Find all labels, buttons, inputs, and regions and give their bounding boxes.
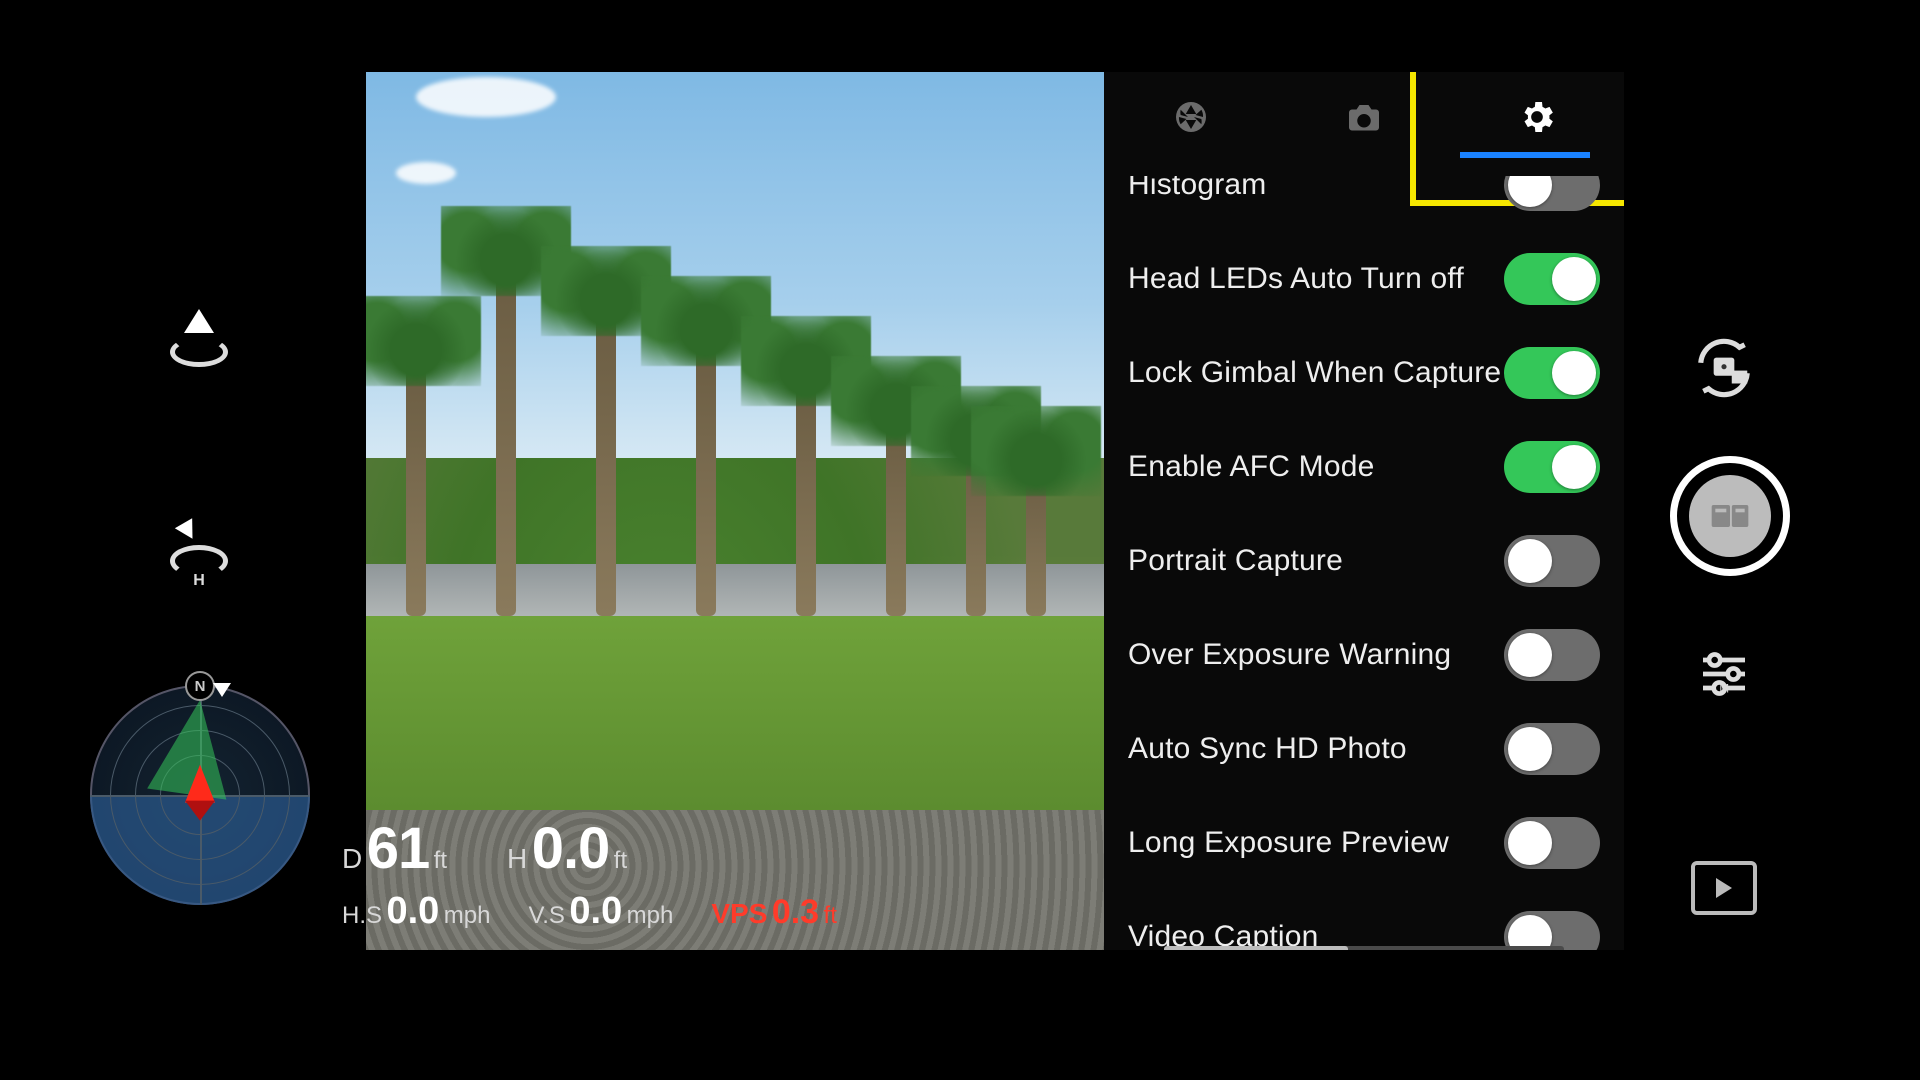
app-root: H N D 61 ft H 0.0 ft xyxy=(0,0,1920,1080)
toggle-knob xyxy=(1552,257,1596,301)
toggle-knob xyxy=(1508,727,1552,771)
palm-tree xyxy=(406,356,426,616)
setting-label: Long Exposure Preview xyxy=(1128,826,1449,860)
tab-general-settings[interactable] xyxy=(1517,97,1557,137)
settings-tab-bar xyxy=(1104,72,1624,162)
setting-toggle[interactable] xyxy=(1504,253,1600,305)
hspeed-value: 0.0 xyxy=(386,890,439,932)
active-tab-indicator xyxy=(1460,152,1590,158)
distance-unit: ft xyxy=(434,847,447,874)
gear-icon xyxy=(1517,97,1557,137)
setting-label: Head LEDs Auto Turn off xyxy=(1128,262,1464,296)
setting-toggle[interactable] xyxy=(1504,629,1600,681)
distance-label: D xyxy=(342,843,362,874)
shutter-button[interactable] xyxy=(1670,456,1790,576)
height-value: 0.0 xyxy=(532,816,610,881)
settings-row[interactable]: Portrait Capture xyxy=(1104,514,1624,608)
settings-row[interactable]: Long Exposure Preview xyxy=(1104,796,1624,890)
settings-row[interactable]: Enable AFC Mode xyxy=(1104,420,1624,514)
tab-photo[interactable] xyxy=(1344,97,1384,137)
playback-button[interactable] xyxy=(1686,850,1762,926)
aperture-icon xyxy=(1173,99,1209,135)
right-control-column: M xyxy=(1664,0,1784,1080)
setting-label: Over Exposure Warning xyxy=(1128,638,1451,672)
setting-toggle[interactable] xyxy=(1504,535,1600,587)
palm-tree xyxy=(496,266,516,616)
setting-toggle[interactable] xyxy=(1504,176,1600,211)
settings-row[interactable]: Auto Sync HD Photo xyxy=(1104,702,1624,796)
settings-row[interactable]: Head LEDs Auto Turn off xyxy=(1104,232,1624,326)
toggle-knob xyxy=(1508,539,1552,583)
vspeed-unit: mph xyxy=(627,902,674,929)
settings-row[interactable]: Video Caption xyxy=(1104,890,1624,950)
arrow-up-icon xyxy=(184,309,214,333)
palm-tree xyxy=(886,416,906,616)
palm-tree xyxy=(796,376,816,616)
setting-label: Portrait Capture xyxy=(1128,544,1343,578)
telemetry-overlay: D 61 ft H 0.0 ft H.S 0.0 mph V.S 0.0 mph xyxy=(342,815,837,933)
grass-backdrop xyxy=(366,616,1104,809)
palm-tree xyxy=(596,306,616,616)
setting-label: Auto Sync HD Photo xyxy=(1128,732,1407,766)
takeoff-icon xyxy=(170,337,228,367)
settings-row[interactable]: Histogram xyxy=(1104,176,1624,232)
compass-radar[interactable]: N xyxy=(90,685,310,905)
camera-settings-panel: Histogram Head LEDs Auto Turn off Lock Gim… xyxy=(1104,72,1624,950)
vspeed-value: 0.0 xyxy=(569,890,622,932)
setting-toggle[interactable] xyxy=(1504,347,1600,399)
shutter-inner xyxy=(1689,475,1771,557)
north-pointer-icon xyxy=(213,683,231,697)
height-unit: ft xyxy=(614,847,627,874)
vps-label: VPS xyxy=(711,898,767,929)
svg-text:M: M xyxy=(1719,683,1729,696)
setting-toggle[interactable] xyxy=(1504,723,1600,775)
switch-photo-video-button[interactable] xyxy=(1686,330,1762,406)
setting-label: Enable AFC Mode xyxy=(1128,450,1374,484)
palm-tree xyxy=(1026,466,1046,616)
toggle-knob xyxy=(1508,915,1552,950)
vps-value: 0.3 xyxy=(772,893,819,931)
arrow-down-icon xyxy=(175,518,201,544)
height-label: H xyxy=(507,843,527,874)
vspeed-label: V.S xyxy=(528,902,564,929)
setting-label: Lock Gimbal When Capture xyxy=(1128,356,1501,390)
camera-icon xyxy=(1346,99,1382,135)
hspeed-label: H.S xyxy=(342,902,382,929)
cloud xyxy=(416,77,556,117)
settings-list[interactable]: Histogram Head LEDs Auto Turn off Lock Gim… xyxy=(1104,176,1624,950)
aeb-icon xyxy=(1708,494,1752,538)
home-h-label: H xyxy=(193,572,205,590)
play-icon xyxy=(1691,861,1757,915)
toggle-knob xyxy=(1508,633,1552,677)
scroll-indicator xyxy=(1164,946,1564,950)
switch-mode-icon xyxy=(1693,337,1755,399)
setting-toggle[interactable] xyxy=(1504,911,1600,950)
toggle-knob xyxy=(1508,176,1552,207)
setting-label: Histogram xyxy=(1128,176,1267,202)
vps-unit: ft xyxy=(824,902,837,929)
hspeed-unit: mph xyxy=(444,902,491,929)
takeoff-button[interactable] xyxy=(170,323,228,381)
settings-row[interactable]: Over Exposure Warning xyxy=(1104,608,1624,702)
camera-settings-button[interactable]: M xyxy=(1686,636,1762,712)
compass-north-label: N xyxy=(185,671,215,701)
tab-exposure[interactable] xyxy=(1171,97,1211,137)
setting-toggle[interactable] xyxy=(1504,441,1600,493)
return-home-button[interactable]: H xyxy=(170,532,228,590)
aircraft-heading-icon xyxy=(185,765,215,803)
setting-toggle[interactable] xyxy=(1504,817,1600,869)
sliders-icon: M xyxy=(1696,646,1752,702)
settings-row[interactable]: Lock Gimbal When Capture xyxy=(1104,326,1624,420)
toggle-knob xyxy=(1552,445,1596,489)
cloud xyxy=(396,162,456,184)
distance-value: 61 xyxy=(367,816,430,881)
toggle-knob xyxy=(1508,821,1552,865)
palm-tree xyxy=(696,336,716,616)
toggle-knob xyxy=(1552,351,1596,395)
